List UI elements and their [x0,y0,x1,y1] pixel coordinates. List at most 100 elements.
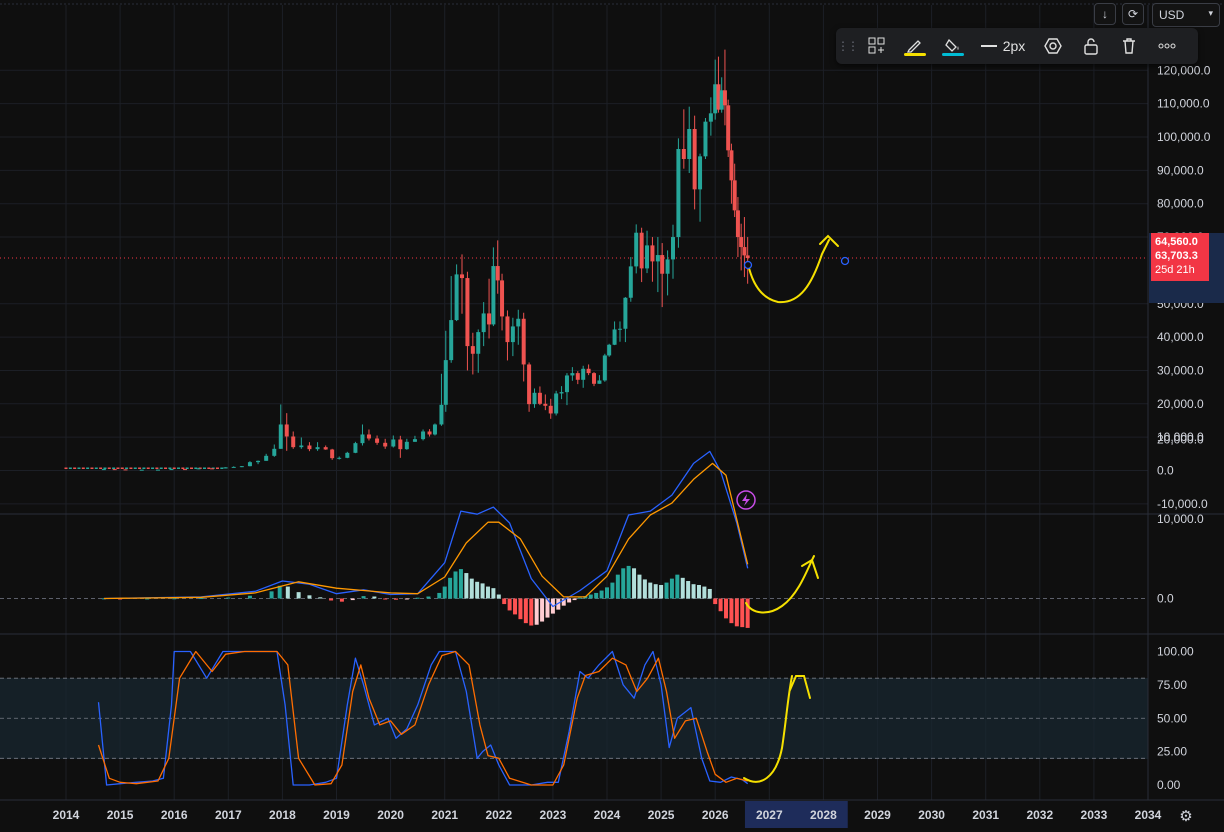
candle-body [660,255,665,274]
candle-body [564,375,569,393]
macd-histogram-bar [372,596,377,599]
macd-histogram-bar [448,577,453,599]
candle [139,469,144,471]
more-icon[interactable] [1152,31,1182,61]
macd-histogram-bar [669,578,674,599]
candle-body [443,360,448,405]
stoch-tick-label: 100.00 [1157,645,1194,659]
candle-body [570,373,575,376]
drawing-anchor-end[interactable] [840,256,850,266]
candle-body [299,445,304,448]
candle [86,467,90,469]
candle [181,467,185,469]
settings-hexagon-icon[interactable] [1038,31,1068,61]
candle-body [516,318,521,327]
candle [602,353,607,382]
macd-histogram-bar [453,571,458,599]
candle-body [597,380,602,384]
candle [185,467,189,469]
macd-histogram-bar [513,598,518,615]
candle [155,467,159,469]
price-tick-label: 110,000.0 [1157,97,1210,111]
time-tick-label: 2014 [53,808,80,822]
candle-body [742,247,747,256]
macd-histogram-bar [734,598,739,627]
macd-histogram-bar [588,594,593,599]
macd-histogram-bar [691,584,696,599]
macd-histogram-bar [534,598,539,625]
candle [155,469,160,471]
macd-histogram-bar [740,598,745,628]
macd-histogram-bar [621,568,626,599]
macd-histogram-bar [464,573,469,599]
price-tick-label: 90,000.0 [1157,163,1204,177]
time-tick-label: 2023 [540,808,567,822]
drag-handle-icon[interactable]: ⋮⋮ [837,31,859,61]
candle [94,467,98,469]
candle-body [439,404,444,425]
candle [703,117,708,160]
currency-value: USD [1159,8,1185,22]
candle-body [650,245,655,262]
macd-histogram-bar [707,588,712,599]
line-width-selector[interactable]: 2px [976,31,1030,61]
chart-canvas[interactable]: -10,000.0 0.0 10,000.0 20,000.0 30,000.0 40,0… [0,0,1224,832]
candle-body [427,431,432,435]
macd-histogram-bar [269,591,274,599]
candle [223,467,228,469]
sync-icon[interactable]: ⟳ [1122,3,1144,25]
macd-histogram-bar [458,569,463,599]
macd-histogram-bar [394,598,399,600]
candle-body [639,232,644,269]
macd-histogram-bar [680,577,685,599]
price-tick-label: 20,000.0 [1157,397,1204,411]
candle-body [543,403,548,406]
macd-histogram-bar [247,595,252,599]
candle [68,467,72,469]
macd-tick-label: 0.0 [1157,592,1174,606]
macd-histogram-bar [675,574,680,599]
stoch-tick-label: 25.00 [1157,745,1187,759]
macd-histogram-bar [642,579,647,599]
candle-body [101,469,106,471]
currency-select[interactable]: USD ▾ [1152,3,1220,27]
macd-histogram-bar [350,598,355,601]
macd-histogram-bar [277,585,282,599]
pencil-icon[interactable] [900,31,930,61]
macd-histogram-bar [199,598,204,600]
candle-body [307,445,312,450]
candle [159,467,163,469]
candle [207,467,211,469]
gear-icon[interactable]: ⚙ [1176,806,1196,826]
candle-body [505,316,510,343]
macd-histogram-bar [659,584,664,599]
templates-icon[interactable] [862,31,892,61]
price-tick-label: 100,000.0 [1157,130,1211,144]
macd-histogram-bar [594,592,599,599]
candle-body [123,469,128,471]
candle [103,467,107,469]
candle-body [645,245,650,269]
candle-body [491,266,496,325]
candle [215,467,219,469]
candle [107,467,111,469]
fill-bucket-icon[interactable] [938,31,968,61]
time-tick-label: 2033 [1081,808,1108,822]
trash-icon[interactable] [1114,31,1144,61]
candle-body [391,439,396,447]
candle-body [681,149,686,160]
lock-icon[interactable] [1076,31,1106,61]
candle-body [196,468,201,470]
candle-body [139,469,144,471]
macd-histogram-bar [480,583,485,599]
drawing-anchor-start[interactable] [743,260,753,270]
candle [101,468,106,471]
macd-histogram-bar [653,584,658,599]
macd-histogram-bar [599,590,604,599]
candle-body [617,328,622,330]
drawing-toolbar: ⋮⋮ 2px [836,28,1198,64]
candle [168,467,172,469]
arrow-down-icon[interactable]: ↓ [1094,3,1116,25]
macd-histogram-bar [713,598,718,605]
macd-histogram-bar [637,574,642,599]
